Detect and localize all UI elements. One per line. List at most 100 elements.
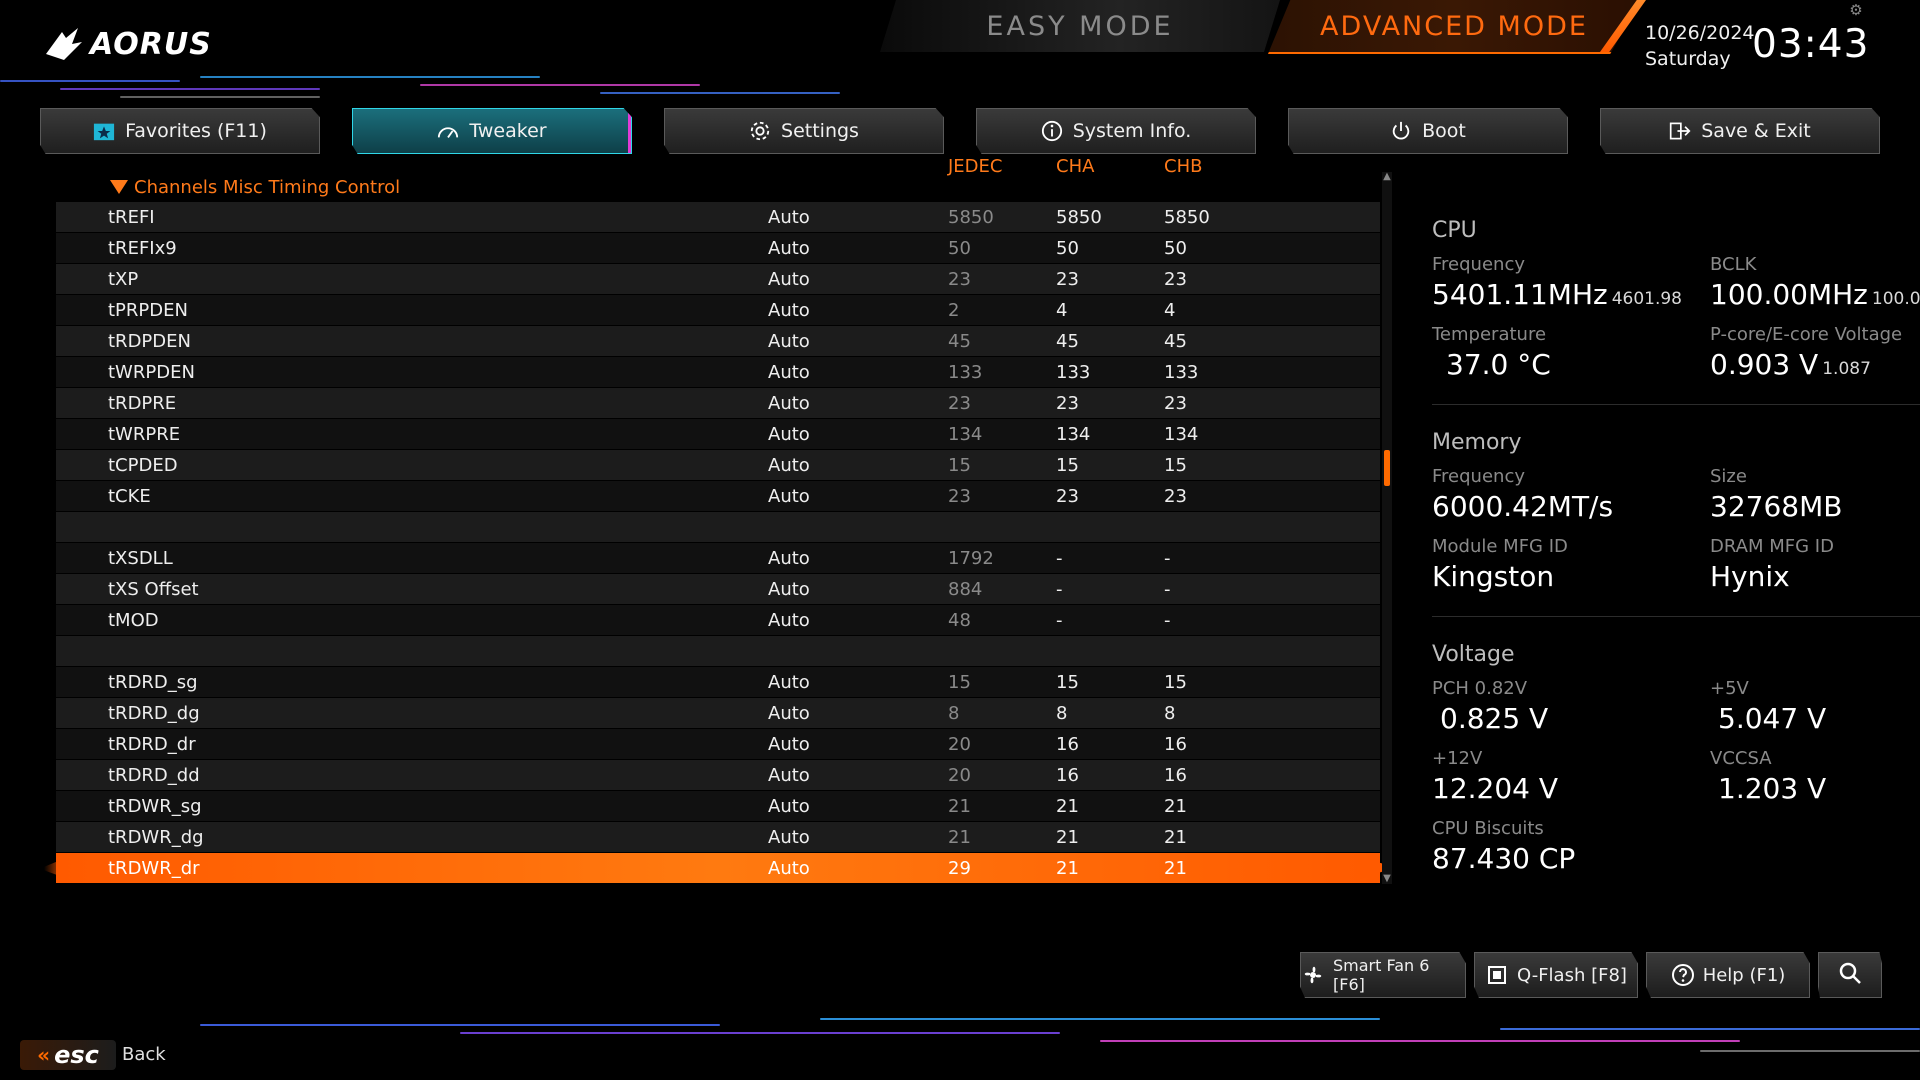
12v-value: 12.204 V	[1432, 772, 1559, 805]
tab-favorites-label: Favorites (F11)	[125, 120, 267, 142]
row-value: Auto	[768, 672, 810, 693]
q-flash-button[interactable]: Q-Flash [F8]	[1474, 952, 1638, 998]
row-jedec: 15	[948, 672, 971, 693]
date-text: 10/26/2024	[1645, 22, 1755, 44]
row-name: tRDRD_dd	[108, 765, 200, 786]
row-name: tWRPRE	[108, 424, 181, 445]
search-icon	[1837, 960, 1863, 991]
table-row[interactable]: tWRPRE Auto 134 134 134	[56, 419, 1380, 449]
row-chb: 23	[1164, 393, 1187, 414]
table-row[interactable]: tXSDLL Auto 1792 - -	[56, 543, 1380, 573]
table-row[interactable]: tRDPRE Auto 23 23 23	[56, 388, 1380, 418]
table-scrollbar[interactable]: ▲ ▼	[1382, 172, 1392, 884]
advanced-mode-tab[interactable]: ADVANCED MODE	[1268, 0, 1640, 54]
table-row[interactable]: tRDWR_dg Auto 21 21 21	[56, 822, 1380, 852]
row-name: tRDPDEN	[108, 331, 191, 352]
back-label: Back	[122, 1044, 166, 1065]
table-row[interactable]: tPRPDEN Auto 2 4 4	[56, 295, 1380, 325]
row-jedec: 8	[948, 703, 960, 724]
row-cha: 21	[1056, 858, 1079, 879]
row-jedec: 23	[948, 269, 971, 290]
scroll-up-arrow-icon[interactable]: ▲	[1382, 172, 1392, 182]
row-jedec: 884	[948, 579, 983, 600]
row-value: Auto	[768, 579, 810, 600]
table-row[interactable]: tRDWR_sg Auto 21 21 21	[56, 791, 1380, 821]
table-row[interactable]: tRDRD_dr Auto 20 16 16	[56, 729, 1380, 759]
table-row[interactable]: tWRPDEN Auto 133 133 133	[56, 357, 1380, 387]
info-icon	[1041, 120, 1063, 142]
section-title: Channels Misc Timing Control	[134, 176, 401, 198]
weekday-text: Saturday	[1645, 48, 1731, 70]
cpu-title: CPU	[1432, 218, 1477, 243]
memory-size-label: Size	[1710, 466, 1747, 487]
vccsa-label: VCCSA	[1710, 748, 1772, 769]
row-value: Auto	[768, 362, 810, 383]
row-jedec: 1792	[948, 548, 994, 569]
row-name: tWRPDEN	[108, 362, 195, 383]
row-value: Auto	[768, 269, 810, 290]
easy-mode-tab[interactable]: EASY MODE	[880, 0, 1280, 52]
row-chb: 5850	[1164, 207, 1210, 228]
row-cha: 5850	[1056, 207, 1102, 228]
row-value: Auto	[768, 796, 810, 817]
row-chb: 133	[1164, 362, 1199, 383]
table-row[interactable]: tRDPDEN Auto 45 45 45	[56, 326, 1380, 356]
help-button[interactable]: Help (F1)	[1646, 952, 1810, 998]
pch-voltage-label: PCH 0.82V	[1432, 678, 1528, 699]
table-row[interactable]: tXP Auto 23 23 23	[56, 264, 1380, 294]
row-jedec: 21	[948, 827, 971, 848]
scrollbar-thumb[interactable]	[1384, 450, 1390, 486]
table-row[interactable]: tCPDED Auto 15 15 15	[56, 450, 1380, 480]
row-name: tMOD	[108, 610, 159, 631]
table-row-selected[interactable]: tRDWR_dr Auto 29 21 21	[44, 853, 1390, 883]
row-chb: 16	[1164, 765, 1187, 786]
cpu-temperature-label: Temperature	[1432, 324, 1547, 345]
top-header: AORUS EASY MODE ADVANCED MODE 10/26/2024…	[0, 0, 1920, 100]
esc-button[interactable]: « esc	[20, 1040, 116, 1070]
tab-save-exit-label: Save & Exit	[1701, 120, 1811, 142]
scroll-down-arrow-icon[interactable]: ▼	[1382, 874, 1392, 884]
bclk-sub: 100.00	[1871, 289, 1920, 309]
table-row[interactable]: tMOD Auto 48 - -	[56, 605, 1380, 635]
tab-boot[interactable]: Boot	[1288, 108, 1568, 154]
search-button[interactable]	[1818, 952, 1882, 998]
row-value: Auto	[768, 734, 810, 755]
row-jedec: 20	[948, 734, 971, 755]
table-row[interactable]: tXS Offset Auto 884 - -	[56, 574, 1380, 604]
table-row[interactable]: tRDRD_dg Auto 8 8 8	[56, 698, 1380, 728]
row-value: Auto	[768, 703, 810, 724]
tab-save-exit[interactable]: Save & Exit	[1600, 108, 1880, 154]
row-name: tRDWR_sg	[108, 796, 202, 817]
system-info-panel: CPU Frequency 5401.11MHz 4601.98 BCLK 100…	[1432, 210, 1920, 890]
row-value: Auto	[768, 455, 810, 476]
row-value: Auto	[768, 424, 810, 445]
cpu-biscuits-label: CPU Biscuits	[1432, 818, 1544, 839]
tab-system-info[interactable]: System Info.	[976, 108, 1256, 154]
brand-name: AORUS	[90, 26, 212, 62]
section-header[interactable]: Channels Misc Timing Control	[56, 172, 1380, 202]
row-name: tRDRD_sg	[108, 672, 198, 693]
table-row[interactable]: tREFI Auto 5850 5850 5850	[56, 202, 1380, 232]
row-chb: 8	[1164, 703, 1176, 724]
power-icon	[1390, 120, 1412, 142]
tab-settings[interactable]: Settings	[664, 108, 944, 154]
row-name: tCKE	[108, 486, 151, 507]
table-row[interactable]: tCKE Auto 23 23 23	[56, 481, 1380, 511]
aorus-logo: AORUS	[44, 22, 212, 66]
row-cha: 4	[1056, 300, 1068, 321]
row-jedec: 133	[948, 362, 983, 383]
settings-gear-icon[interactable]: ⚙	[1848, 2, 1864, 18]
smart-fan-button[interactable]: Smart Fan 6 [F6]	[1300, 952, 1466, 998]
row-chb: 15	[1164, 455, 1187, 476]
tab-tweaker[interactable]: Tweaker	[352, 108, 632, 154]
cpu-biscuits-value: 87.430 CP	[1432, 842, 1576, 875]
cpu-frequency-sub: 4601.98	[1611, 289, 1683, 309]
12v-label: +12V	[1432, 748, 1483, 769]
header-streak-decoration	[0, 70, 880, 100]
table-row[interactable]: tRDRD_dd Auto 20 16 16	[56, 760, 1380, 790]
tab-favorites[interactable]: Favorites (F11)	[40, 108, 320, 154]
table-row[interactable]: tRDRD_sg Auto 15 15 15	[56, 667, 1380, 697]
tab-system-info-label: System Info.	[1072, 120, 1192, 142]
bclk-value: 100.00MHz100.00	[1710, 278, 1920, 311]
table-row[interactable]: tREFIx9 Auto 50 50 50	[56, 233, 1380, 263]
